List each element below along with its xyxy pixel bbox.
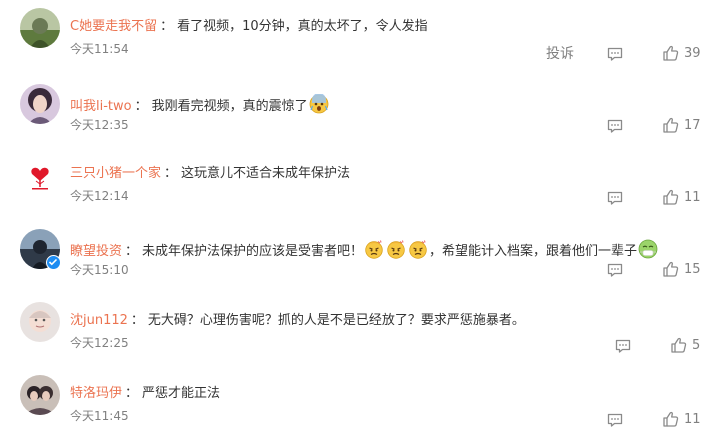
avatar-photo-icon (20, 302, 60, 342)
timestamp: 今天11:54 (70, 42, 129, 56)
comment-text: 无大碍？心理伤害呢？抓的人是不是已经放了？要求严惩施暴者。 (147, 313, 525, 328)
username-link[interactable]: 瞭望投资 (70, 244, 122, 259)
thumbs-up-icon[interactable] (661, 115, 681, 135)
username-link[interactable]: 特洛玛伊 (70, 386, 122, 401)
avatar[interactable] (20, 155, 60, 195)
comment-icon[interactable] (605, 44, 625, 64)
comment-icon[interactable] (605, 116, 625, 136)
avatar-photo-icon (20, 375, 60, 415)
avatar[interactable] (20, 375, 60, 415)
avatar-photo-icon (20, 8, 60, 48)
username-link[interactable]: 沈jun112 (70, 313, 128, 328)
like-count: 11 (684, 190, 701, 205)
like-count: 5 (692, 338, 701, 353)
comment-content: 特洛玛伊：严惩才能正法 (70, 386, 221, 401)
thumbs-up-icon[interactable] (661, 409, 681, 429)
comment-content: 三只小猪一个家：这玩意儿不适合未成年保护法 (70, 166, 351, 181)
comment-content: 叫我li-two：我刚看完视频，真的震惊了 (70, 94, 330, 116)
comment-content: C她要走我不留：看了视频，10分钟，真的太坏了，令人发指 (70, 19, 428, 34)
thumbs-up-icon[interactable] (661, 259, 681, 279)
like-count: 39 (684, 46, 701, 61)
comment-text: ，希望能计入档案，跟着他们一辈子 (429, 244, 638, 259)
comment-icon[interactable] (605, 410, 625, 430)
avatar[interactable] (20, 84, 60, 124)
username-link[interactable]: C她要走我不留 (70, 19, 157, 34)
comment-text: 严惩才能正法 (142, 386, 221, 401)
angry-face-emoji (386, 239, 406, 259)
thumbs-up-icon[interactable] (661, 43, 681, 63)
comment-text: 这玩意儿不适合未成年保护法 (181, 166, 351, 181)
sick-face-emoji (638, 239, 658, 259)
timestamp: 今天12:14 (70, 189, 129, 203)
avatar[interactable] (20, 8, 60, 48)
username-link[interactable]: 叫我li-two (70, 99, 132, 114)
comment-icon[interactable] (613, 336, 633, 356)
comment-text: 我刚看完视频，真的震惊了 (151, 99, 308, 114)
angry-face-emoji (408, 239, 428, 259)
like-count: 17 (684, 118, 701, 133)
avatar[interactable] (20, 302, 60, 342)
like-count: 15 (684, 262, 701, 277)
timestamp: 今天15:10 (70, 263, 129, 277)
like-count: 11 (684, 412, 701, 427)
avatar-photo-icon (20, 84, 60, 124)
comment-icon[interactable] (605, 260, 625, 280)
username-link[interactable]: 三只小猪一个家 (70, 166, 161, 181)
comment-icon[interactable] (605, 188, 625, 208)
angry-face-emoji (364, 239, 384, 259)
verified-badge-icon (46, 255, 61, 270)
thumbs-up-icon[interactable] (661, 187, 681, 207)
timestamp: 今天12:25 (70, 336, 129, 350)
thumbs-up-icon[interactable] (669, 335, 689, 355)
avatar-red-heart-tree-icon (20, 155, 60, 195)
timestamp: 今天11:45 (70, 409, 129, 423)
report-button[interactable]: 投诉 (546, 44, 574, 64)
comment-content: 沈jun112：无大碍？心理伤害呢？抓的人是不是已经放了？要求严惩施暴者。 (70, 313, 525, 328)
comment-text: 看了视频，10分钟，真的太坏了，令人发指 (177, 19, 428, 34)
comment-text: 未成年保护法保护的应该是受害者吧！ (142, 244, 364, 259)
comment-content: 瞭望投资：未成年保护法保护的应该是受害者吧！ ，希望能计入档案，跟着他们一辈子 (70, 239, 659, 261)
timestamp: 今天12:35 (70, 118, 129, 132)
shocked-face-emoji (309, 94, 329, 114)
